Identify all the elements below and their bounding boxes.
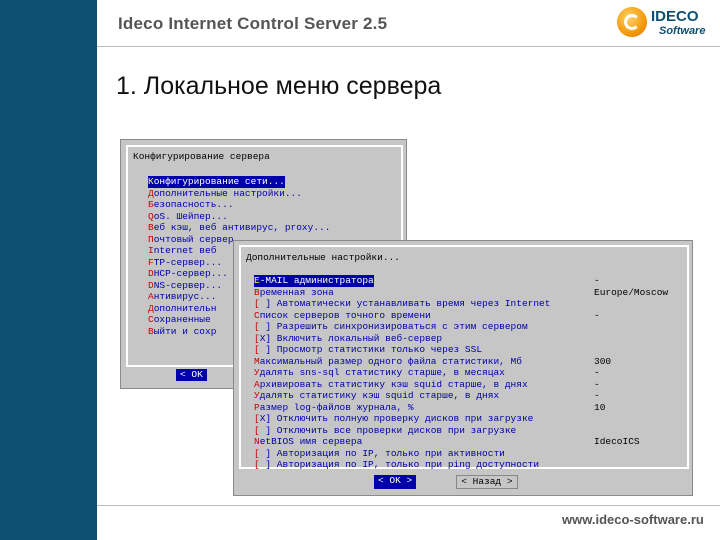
setting-value: - (594, 378, 600, 390)
settings-values: - Europe/Moscow -300- - -10 IdecoICS (594, 275, 684, 471)
setting-value (594, 321, 684, 333)
menu-item-label: ] Разрешить синхронизироваться с этим се… (259, 321, 528, 332)
menu-item[interactable]: [X] Отключить полную проверку дисков при… (254, 413, 599, 425)
setting-value: - (594, 390, 600, 401)
left-accent-bar (0, 0, 97, 540)
menu-item-label: nternet веб (153, 245, 217, 256)
menu-item-label: очтовый сервер (153, 233, 234, 245)
menu-item-label: далять sns-sql статистику старше, в меся… (259, 367, 505, 378)
button-row: < OK (176, 369, 207, 381)
setting-value (594, 298, 684, 310)
menu-item-label: X] Отключить полную проверку дисков при … (259, 413, 534, 424)
button-row: < OK > < Назад > (374, 475, 518, 489)
menu-item-label: etBIOS имя сервера (259, 436, 363, 447)
menu-item[interactable]: [ ] Отключить все проверки дисков при за… (254, 425, 599, 437)
footer-divider (97, 505, 720, 506)
logo-subtext: Software (659, 25, 706, 37)
menu-item[interactable]: [ ] Автоматически устанавливать время че… (254, 298, 599, 310)
menu-item-label: рхивировать статистику кэш squid старше,… (259, 378, 528, 390)
window-title: Дополнительные настройки... (244, 252, 402, 264)
menu-item[interactable]: Максимальный размер одного файла статист… (254, 356, 599, 368)
menu-item-label: X] Включить локальный веб-сервер (259, 332, 443, 344)
menu-item-label: езопасность... (153, 199, 234, 210)
menu-item-label: ыйти и сохр (153, 325, 217, 337)
menu-item[interactable]: Архивировать статистику кэш squid старше… (254, 379, 599, 391)
setting-value: - (594, 309, 600, 321)
setting-value (594, 459, 684, 471)
header-title: Ideco Internet Control Server 2.5 (118, 14, 388, 33)
window-title: Конфигурирование сервера (131, 151, 272, 163)
menu-item[interactable]: [ ] Просмотр статистики только через SSL (254, 344, 599, 356)
menu-item[interactable]: NetBIOS имя сервера (254, 436, 599, 448)
menu-item-label: еб кэш, веб антивирус, proxy... (153, 222, 331, 233)
logo-text: IDECO (651, 8, 699, 25)
menu-item-label: ополнительн (153, 302, 217, 314)
menu-item-label: ] Авторизация по IP, только при ping дос… (259, 459, 540, 470)
menu-item-label: TP-сервер... (153, 256, 223, 268)
setting-value (594, 425, 684, 437)
setting-value: IdecoICS (594, 436, 640, 447)
menu-item-label: онфигурирование сети... (153, 176, 285, 187)
menu-item-label: NS-сервер... (153, 279, 223, 291)
setting-value (594, 333, 684, 345)
menu-item[interactable]: Удалять sns-sql статистику старше, в мес… (254, 367, 599, 379)
menu-item-label: далять статистику кэш squid старше, в дн… (259, 390, 500, 401)
setting-value: 300 (594, 355, 612, 367)
menu-item-label: ополнительные настройки... (153, 187, 302, 199)
menu-item[interactable]: [X] Включить локальный веб-сервер (254, 333, 599, 345)
menu-item[interactable]: [ ] Авторизация по IP, только при активн… (254, 448, 599, 460)
setting-value (594, 448, 684, 460)
menu-item-label: писок серверов точного времени (259, 309, 431, 321)
menu-item[interactable]: Дополнительные настройки... (148, 188, 388, 200)
ok-button[interactable]: < OK > (374, 475, 417, 489)
ok-button[interactable]: < OK (176, 369, 207, 381)
menu-item[interactable]: Размер log-файлов журнала, % (254, 402, 599, 414)
menu-item-label: -MAIL администратора (259, 275, 374, 286)
footer-url: www.ideco-software.ru (562, 512, 704, 527)
setting-value: Europe/Moscow (594, 286, 669, 298)
menu-item-label: ременная зона (259, 286, 334, 298)
menu-item-label: азмер log-файлов журнала, % (259, 401, 414, 413)
setting-value: - (594, 367, 600, 378)
menu-item-label: HCP-сервер... (153, 268, 228, 279)
menu-item[interactable]: QoS. Шейпер... (148, 211, 388, 223)
menu-item[interactable]: [ ] Авторизация по IP, только при ping д… (254, 459, 599, 471)
menu-item-label: аксимальный размер одного файла статисти… (259, 355, 522, 367)
menu-item[interactable]: Конфигурирование сети... (148, 176, 285, 188)
additional-settings-menu: E-MAIL администратора Временная зона[ ] А… (254, 275, 599, 471)
logo-icon (617, 7, 647, 37)
menu-item-label: ] Просмотр статистики только через SSL (259, 344, 483, 355)
header-divider (97, 46, 720, 47)
setting-value (594, 344, 684, 356)
back-button[interactable]: < Назад > (456, 475, 518, 489)
setting-value (594, 413, 684, 425)
menu-item[interactable]: Временная зона (254, 287, 599, 299)
slide-title: 1. Локальное меню сервера (116, 72, 442, 100)
setting-value: 10 (594, 401, 606, 413)
menu-item[interactable]: [ ] Разрешить синхронизироваться с этим … (254, 321, 599, 333)
menu-item[interactable]: Безопасность... (148, 199, 388, 211)
menu-item[interactable]: Удалять статистику кэш squid старше, в д… (254, 390, 599, 402)
menu-item-label: ] Авторизация по IP, только при активнос… (259, 447, 505, 459)
menu-item[interactable]: Веб кэш, веб антивирус, proxy... (148, 222, 388, 234)
menu-item-label: охраненные (153, 314, 211, 325)
menu-item-label: нтивирус... (153, 291, 217, 302)
additional-settings-window: Дополнительные настройки... E-MAIL админ… (233, 240, 693, 496)
menu-item-label: oS. Шейпер... (153, 210, 228, 222)
menu-item-label: ] Отключить все проверки дисков при загр… (259, 424, 517, 436)
ideco-logo: IDECO Software (617, 6, 717, 42)
setting-value: - (594, 275, 600, 286)
menu-item[interactable]: Список серверов точного времени (254, 310, 599, 322)
menu-item[interactable]: E-MAIL администратора (254, 275, 374, 287)
menu-item-label: ] Автоматически устанавливать время чере… (259, 298, 551, 309)
